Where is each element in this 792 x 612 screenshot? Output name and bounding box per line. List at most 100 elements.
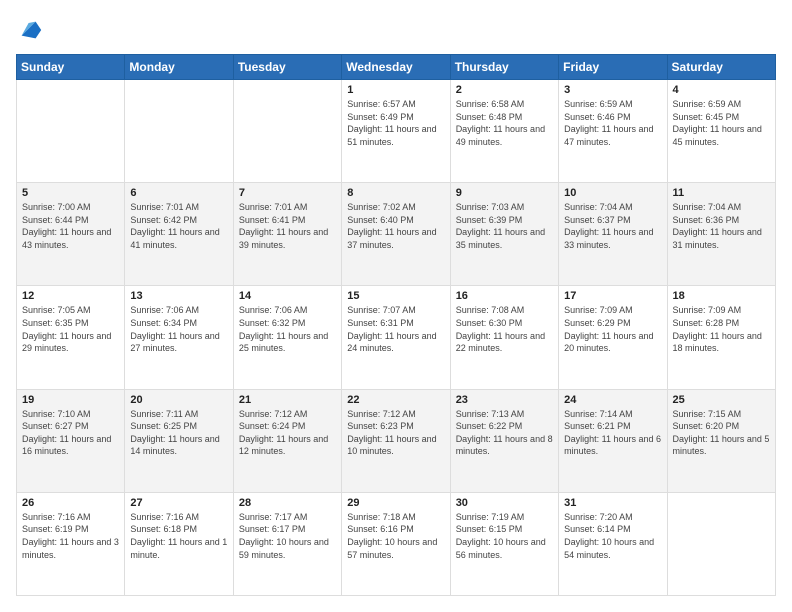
day-number: 8 <box>347 187 444 199</box>
day-number: 30 <box>456 497 553 509</box>
day-info: Sunrise: 7:03 AM Sunset: 6:39 PM Dayligh… <box>456 201 553 251</box>
day-number: 28 <box>239 497 336 509</box>
calendar-week-row: 5Sunrise: 7:00 AM Sunset: 6:44 PM Daylig… <box>17 183 776 286</box>
calendar-cell: 29 Sunrise: 7:18 AM Sunset: 6:16 PM Dayli… <box>342 492 450 595</box>
calendar-cell: 7 Sunrise: 7:01 AM Sunset: 6:41 PM Daylig… <box>233 183 341 286</box>
day-number: 2 <box>456 84 553 96</box>
calendar-week-row: 26 Sunrise: 7:16 AM Sunset: 6:19 PM Dayli… <box>17 492 776 595</box>
day-number: 6 <box>130 187 227 199</box>
calendar-table: SundayMondayTuesdayWednesdayThursdayFrid… <box>16 54 776 596</box>
calendar-cell: 10 Sunrise: 7:04 AM Sunset: 6:37 PM Dayli… <box>559 183 667 286</box>
logo <box>16 16 48 44</box>
day-number: 5 <box>22 187 119 199</box>
day-number: 12 <box>22 290 119 302</box>
calendar-cell: 22 Sunrise: 7:12 AM Sunset: 6:23 PM Dayli… <box>342 389 450 492</box>
day-info: Sunrise: 7:06 AM Sunset: 6:34 PM Dayligh… <box>130 304 227 354</box>
day-info: Sunrise: 7:16 AM Sunset: 6:19 PM Dayligh… <box>22 511 119 561</box>
day-number: 11 <box>673 187 770 199</box>
calendar-cell: 24 Sunrise: 7:14 AM Sunset: 6:21 PM Dayli… <box>559 389 667 492</box>
calendar-cell: 15 Sunrise: 7:07 AM Sunset: 6:31 PM Dayli… <box>342 286 450 389</box>
calendar-week-row: 12 Sunrise: 7:05 AM Sunset: 6:35 PM Dayli… <box>17 286 776 389</box>
day-number: 21 <box>239 394 336 406</box>
calendar-cell: 14Sunrise: 7:06 AM Sunset: 6:32 PM Dayli… <box>233 286 341 389</box>
day-info: Sunrise: 6:58 AM Sunset: 6:48 PM Dayligh… <box>456 98 553 148</box>
day-info: Sunrise: 7:09 AM Sunset: 6:29 PM Dayligh… <box>564 304 661 354</box>
header <box>16 16 776 44</box>
day-number: 29 <box>347 497 444 509</box>
day-info: Sunrise: 7:04 AM Sunset: 6:37 PM Dayligh… <box>564 201 661 251</box>
day-info: Sunrise: 7:17 AM Sunset: 6:17 PM Dayligh… <box>239 511 336 561</box>
day-number: 9 <box>456 187 553 199</box>
day-number: 14 <box>239 290 336 302</box>
day-info: Sunrise: 7:19 AM Sunset: 6:15 PM Dayligh… <box>456 511 553 561</box>
calendar-cell: 28 Sunrise: 7:17 AM Sunset: 6:17 PM Dayli… <box>233 492 341 595</box>
day-info: Sunrise: 7:05 AM Sunset: 6:35 PM Dayligh… <box>22 304 119 354</box>
day-number: 13 <box>130 290 227 302</box>
day-number: 10 <box>564 187 661 199</box>
day-info: Sunrise: 7:14 AM Sunset: 6:21 PM Dayligh… <box>564 408 661 458</box>
calendar-cell: 30 Sunrise: 7:19 AM Sunset: 6:15 PM Dayli… <box>450 492 558 595</box>
calendar-cell <box>125 80 233 183</box>
day-number: 4 <box>673 84 770 96</box>
day-info: Sunrise: 7:13 AM Sunset: 6:22 PM Dayligh… <box>456 408 553 458</box>
calendar-cell: 9 Sunrise: 7:03 AM Sunset: 6:39 PM Daylig… <box>450 183 558 286</box>
calendar-cell: 26 Sunrise: 7:16 AM Sunset: 6:19 PM Dayli… <box>17 492 125 595</box>
day-number: 24 <box>564 394 661 406</box>
day-number: 15 <box>347 290 444 302</box>
calendar-header-row: SundayMondayTuesdayWednesdayThursdayFrid… <box>17 55 776 80</box>
calendar-header-saturday: Saturday <box>667 55 775 80</box>
calendar-cell: 17 Sunrise: 7:09 AM Sunset: 6:29 PM Dayli… <box>559 286 667 389</box>
calendar-cell: 19 Sunrise: 7:10 AM Sunset: 6:27 PM Dayli… <box>17 389 125 492</box>
day-number: 19 <box>22 394 119 406</box>
day-number: 3 <box>564 84 661 96</box>
calendar-cell: 3 Sunrise: 6:59 AM Sunset: 6:46 PM Daylig… <box>559 80 667 183</box>
day-number: 1 <box>347 84 444 96</box>
day-number: 20 <box>130 394 227 406</box>
calendar-header-wednesday: Wednesday <box>342 55 450 80</box>
day-info: Sunrise: 7:07 AM Sunset: 6:31 PM Dayligh… <box>347 304 444 354</box>
calendar-header-sunday: Sunday <box>17 55 125 80</box>
day-info: Sunrise: 7:10 AM Sunset: 6:27 PM Dayligh… <box>22 408 119 458</box>
day-number: 22 <box>347 394 444 406</box>
day-number: 27 <box>130 497 227 509</box>
day-info: Sunrise: 7:11 AM Sunset: 6:25 PM Dayligh… <box>130 408 227 458</box>
calendar-cell: 11 Sunrise: 7:04 AM Sunset: 6:36 PM Dayli… <box>667 183 775 286</box>
calendar-cell: 27Sunrise: 7:16 AM Sunset: 6:18 PM Dayli… <box>125 492 233 595</box>
calendar-week-row: 19 Sunrise: 7:10 AM Sunset: 6:27 PM Dayli… <box>17 389 776 492</box>
calendar-cell: 2 Sunrise: 6:58 AM Sunset: 6:48 PM Daylig… <box>450 80 558 183</box>
day-number: 23 <box>456 394 553 406</box>
calendar-cell <box>17 80 125 183</box>
day-info: Sunrise: 7:20 AM Sunset: 6:14 PM Dayligh… <box>564 511 661 561</box>
day-info: Sunrise: 7:12 AM Sunset: 6:23 PM Dayligh… <box>347 408 444 458</box>
day-info: Sunrise: 7:18 AM Sunset: 6:16 PM Dayligh… <box>347 511 444 561</box>
page: SundayMondayTuesdayWednesdayThursdayFrid… <box>0 0 792 612</box>
calendar-cell: 4 Sunrise: 6:59 AM Sunset: 6:45 PM Daylig… <box>667 80 775 183</box>
day-number: 25 <box>673 394 770 406</box>
calendar-cell: 13 Sunrise: 7:06 AM Sunset: 6:34 PM Dayli… <box>125 286 233 389</box>
calendar-cell: 23 Sunrise: 7:13 AM Sunset: 6:22 PM Dayli… <box>450 389 558 492</box>
day-number: 18 <box>673 290 770 302</box>
day-info: Sunrise: 7:12 AM Sunset: 6:24 PM Dayligh… <box>239 408 336 458</box>
day-info: Sunrise: 7:01 AM Sunset: 6:41 PM Dayligh… <box>239 201 336 251</box>
day-number: 17 <box>564 290 661 302</box>
calendar-cell <box>233 80 341 183</box>
calendar-header-thursday: Thursday <box>450 55 558 80</box>
day-info: Sunrise: 7:01 AM Sunset: 6:42 PM Dayligh… <box>130 201 227 251</box>
calendar-header-monday: Monday <box>125 55 233 80</box>
day-info: Sunrise: 6:59 AM Sunset: 6:46 PM Dayligh… <box>564 98 661 148</box>
day-number: 26 <box>22 497 119 509</box>
logo-icon <box>16 16 44 44</box>
day-info: Sunrise: 7:15 AM Sunset: 6:20 PM Dayligh… <box>673 408 770 458</box>
calendar-cell: 6 Sunrise: 7:01 AM Sunset: 6:42 PM Daylig… <box>125 183 233 286</box>
calendar-cell: 16 Sunrise: 7:08 AM Sunset: 6:30 PM Dayli… <box>450 286 558 389</box>
calendar-cell: 20 Sunrise: 7:11 AM Sunset: 6:25 PM Dayli… <box>125 389 233 492</box>
day-info: Sunrise: 7:09 AM Sunset: 6:28 PM Dayligh… <box>673 304 770 354</box>
calendar-cell: 5Sunrise: 7:00 AM Sunset: 6:44 PM Daylig… <box>17 183 125 286</box>
day-info: Sunrise: 7:04 AM Sunset: 6:36 PM Dayligh… <box>673 201 770 251</box>
day-number: 16 <box>456 290 553 302</box>
day-info: Sunrise: 7:08 AM Sunset: 6:30 PM Dayligh… <box>456 304 553 354</box>
day-info: Sunrise: 6:57 AM Sunset: 6:49 PM Dayligh… <box>347 98 444 148</box>
day-info: Sunrise: 6:59 AM Sunset: 6:45 PM Dayligh… <box>673 98 770 148</box>
day-number: 31 <box>564 497 661 509</box>
day-number: 7 <box>239 187 336 199</box>
